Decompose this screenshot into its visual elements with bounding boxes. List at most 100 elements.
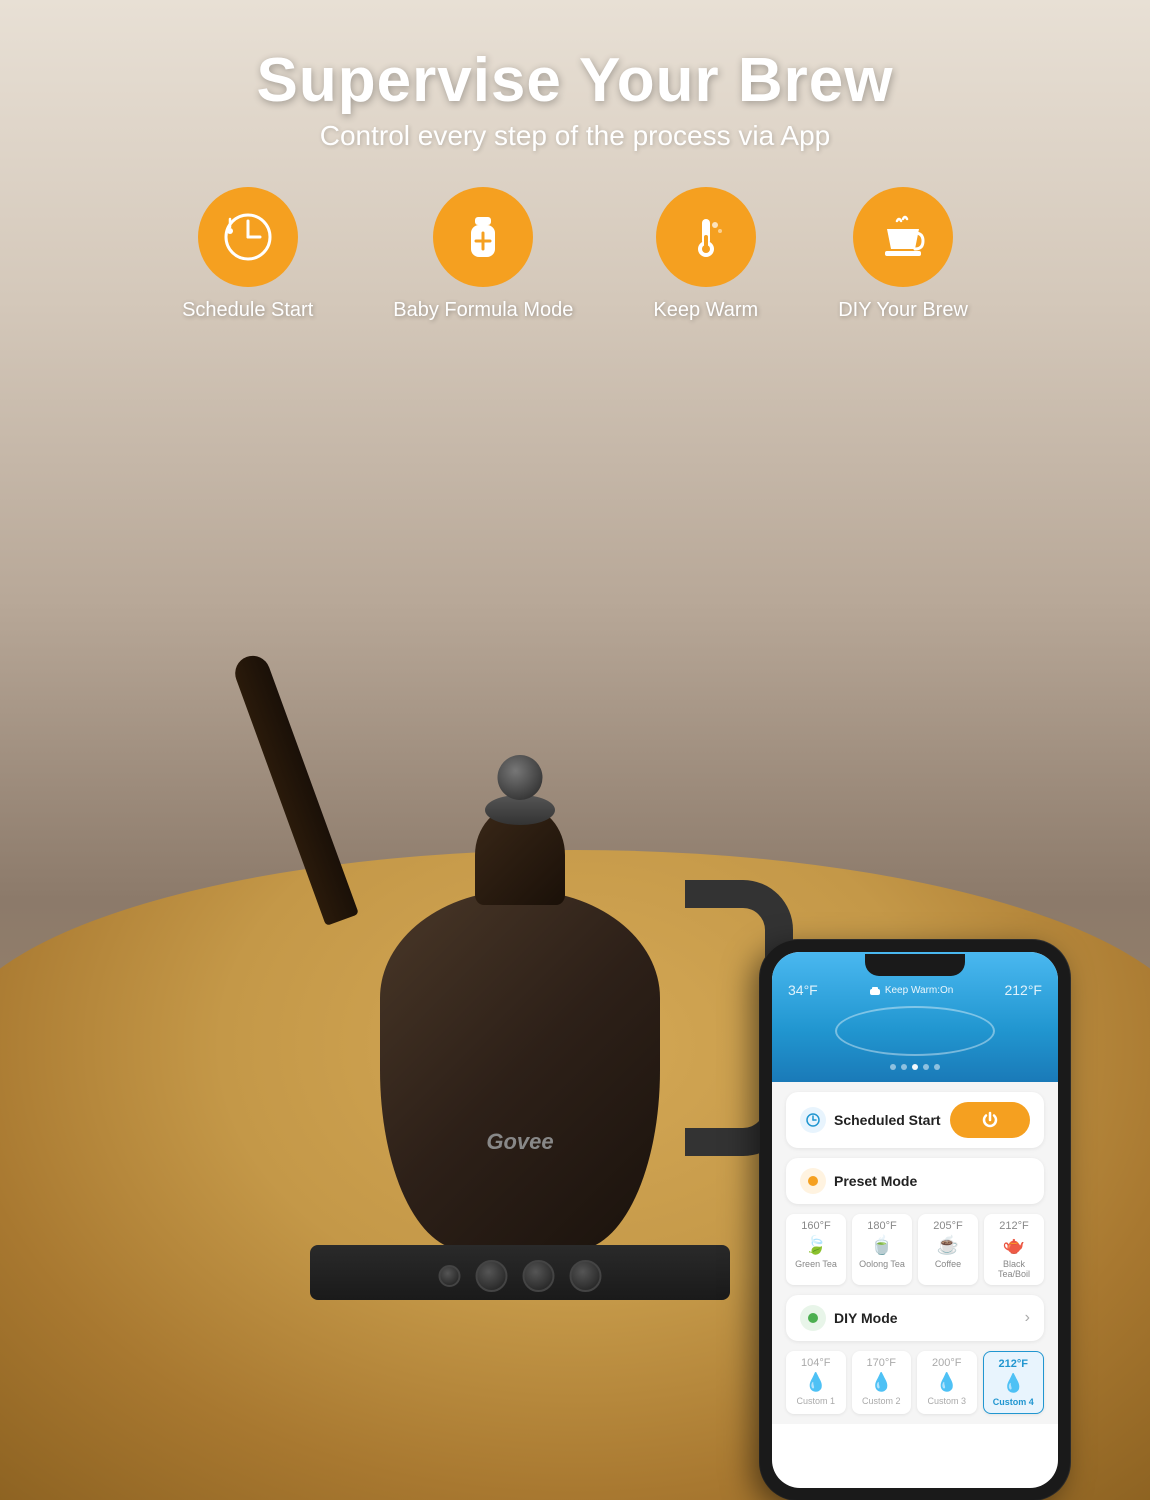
keep-warm-text: Keep Warm:On [885,985,954,996]
diy-custom-1-icon: 💧 [790,1372,842,1393]
phone-screen: 34°F Keep Warm:On 212°F [772,952,1058,1488]
preset-mode-header: Preset Mode [786,1158,1044,1204]
diy-mode-icon [800,1305,826,1331]
header-section: Supervise Your Brew Control every step o… [0,0,1150,152]
diy-icon [806,1311,820,1325]
keep-warm-badge: Keep Warm:On [869,982,954,998]
preset-black-tea-temp: 212°F [988,1220,1040,1232]
diy-brew-label: DIY Your Brew [838,299,968,322]
cup-icon [877,211,929,263]
kettle-area: Govee 34°F [0,280,1150,1500]
flame-icon [806,1174,820,1188]
diy-custom-2-icon: 💧 [856,1372,908,1393]
diy-custom-1-temp: 104°F [790,1357,842,1369]
preset-oolong-tea[interactable]: 180°F 🍵 Oolong Tea [852,1214,912,1285]
scheduled-start-row[interactable]: Scheduled Start [786,1092,1044,1148]
preset-mode-left: Preset Mode [800,1168,917,1194]
power-icon [981,1111,999,1129]
preset-black-tea[interactable]: 212°F 🫖 Black Tea/Boil [984,1214,1044,1285]
schedule-start-label: Schedule Start [182,299,313,322]
diy-custom-1-name: Custom 1 [790,1396,842,1406]
oolong-tea-icon: 🍵 [856,1235,908,1256]
control-knob-1 [439,1265,461,1287]
keep-warm-icon-circle [656,187,756,287]
diy-custom-4[interactable]: 212°F 💧 Custom 4 [983,1351,1045,1414]
preset-green-tea[interactable]: 160°F 🍃 Green Tea [786,1214,846,1285]
coffee-name: Coffee [922,1259,974,1269]
preset-mode-section: Preset Mode 160°F 🍃 Green Tea 180°F [786,1158,1044,1285]
baby-formula-icon-circle [433,187,533,287]
preset-mode-label: Preset Mode [834,1173,917,1189]
phone-frame: 34°F Keep Warm:On 212°F [760,940,1070,1500]
schedule-start-icon-circle [198,187,298,287]
preset-oolong-temp: 180°F [856,1220,908,1232]
clock-icon [222,211,274,263]
keep-warm-icon [869,984,881,996]
green-tea-icon: 🍃 [790,1235,842,1256]
black-tea-icon: 🫖 [988,1235,1040,1256]
current-temp: 34°F [788,982,818,998]
phone-container: 34°F Keep Warm:On 212°F [760,940,1070,1500]
baby-formula-label: Baby Formula Mode [393,299,573,322]
diy-custom-3-icon: 💧 [921,1372,973,1393]
diy-mode-left: DIY Mode [800,1305,898,1331]
control-knob-2 [476,1260,508,1292]
diy-custom-2-temp: 170°F [856,1357,908,1369]
dot-2 [901,1064,907,1070]
diy-mode-chevron: › [1025,1309,1030,1327]
dots-row [788,1064,1042,1070]
feature-schedule-start: Schedule Start [182,187,313,322]
diy-grid: 104°F 💧 Custom 1 170°F 💧 Custom 2 200°F [786,1351,1044,1414]
feature-baby-formula: Baby Formula Mode [393,187,573,322]
phone-notch [865,954,965,976]
diy-custom-4-icon: 💧 [988,1373,1040,1394]
preset-mode-icon [800,1168,826,1194]
bottle-icon [457,211,509,263]
scheduled-start-icon [800,1107,826,1133]
preset-coffee[interactable]: 205°F ☕ Coffee [918,1214,978,1285]
kettle-handle [665,880,765,1100]
feature-keep-warm: Keep Warm [653,187,758,322]
preset-grid: 160°F 🍃 Green Tea 180°F 🍵 Oolong Tea 205… [786,1214,1044,1285]
keep-warm-label: Keep Warm [653,299,758,322]
preset-green-tea-temp: 160°F [790,1220,842,1232]
diy-custom-2[interactable]: 170°F 💧 Custom 2 [852,1351,912,1414]
power-button[interactable] [950,1102,1030,1138]
dot-3 [912,1064,918,1070]
scheduled-start-left: Scheduled Start [800,1107,941,1133]
features-row: Schedule Start Baby Formula Mode K [0,187,1150,322]
control-knob-mode [523,1260,555,1292]
diy-mode-section: DIY Mode › 104°F 💧 Custom 1 170°F [786,1295,1044,1414]
diy-custom-3-name: Custom 3 [921,1396,973,1406]
thermometer-icon [680,211,732,263]
main-title: Supervise Your Brew [0,45,1150,116]
dot-1 [890,1064,896,1070]
diy-mode-label: DIY Mode [834,1310,898,1326]
diy-brew-icon-circle [853,187,953,287]
diy-mode-header: DIY Mode › [786,1295,1044,1341]
phone-temp-row: 34°F Keep Warm:On 212°F [788,982,1042,998]
green-tea-name: Green Tea [790,1259,842,1269]
oolong-tea-name: Oolong Tea [856,1259,908,1269]
base-controls [439,1260,602,1292]
diy-custom-3[interactable]: 200°F 💧 Custom 3 [917,1351,977,1414]
diy-custom-1[interactable]: 104°F 💧 Custom 1 [786,1351,846,1414]
brand-text: Govee [486,1129,553,1155]
diy-custom-2-name: Custom 2 [856,1396,908,1406]
kettle-body [380,890,660,1250]
kettle-spout [275,620,455,920]
kettle-knob [498,755,543,800]
dot-5 [934,1064,940,1070]
black-tea-name: Black Tea/Boil [988,1259,1040,1279]
kettle-container: Govee [245,550,795,1300]
scheduled-start-label: Scheduled Start [834,1112,941,1128]
preset-coffee-temp: 205°F [922,1220,974,1232]
control-knob-power [570,1260,602,1292]
subtitle: Control every step of the process via Ap… [0,120,1150,152]
diy-custom-3-temp: 200°F [921,1357,973,1369]
feature-diy-brew: DIY Your Brew [838,187,968,322]
coffee-icon: ☕ [922,1235,974,1256]
clock-small-icon [806,1113,820,1127]
dot-4 [923,1064,929,1070]
diy-custom-4-name: Custom 4 [988,1397,1040,1407]
